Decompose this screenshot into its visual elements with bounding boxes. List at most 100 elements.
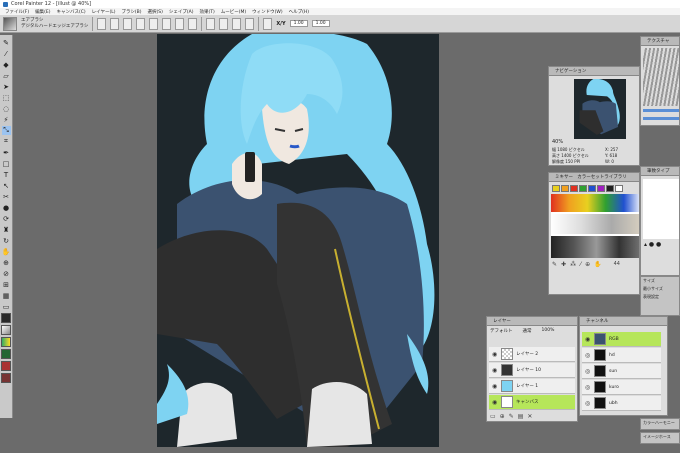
eye-icon[interactable]: ◎ (585, 368, 591, 375)
crop-tool-icon[interactable]: ⌗ (2, 137, 11, 146)
dodge-icon[interactable]: ● (2, 203, 11, 212)
menu-brushes[interactable]: ブラシ(B) (122, 9, 142, 15)
color-harmony-strip[interactable]: カラーハーモニー (640, 418, 680, 430)
nozzle-swatch[interactable] (1, 373, 11, 383)
rectangle-shape-icon[interactable]: □ (2, 159, 11, 168)
swatch-orange[interactable] (561, 185, 569, 192)
paint-bucket-icon[interactable]: ◆ (2, 60, 11, 69)
magnifier-icon[interactable]: ⊕ (2, 258, 11, 267)
swatch-yellow[interactable] (552, 185, 560, 192)
menu-layers[interactable]: レイヤー(L) (92, 9, 116, 15)
layer-opacity[interactable]: 100% (542, 328, 555, 334)
menu-select[interactable]: 選択(S) (148, 9, 163, 15)
transform-button-4[interactable] (245, 17, 255, 30)
composite-mode[interactable]: 通常 (523, 328, 532, 334)
lasso-icon[interactable]: ◌ (2, 104, 11, 113)
navigator-thumbnail[interactable] (574, 79, 626, 139)
cloner-icon[interactable]: ⟳ (2, 214, 11, 223)
image-hose-strip[interactable]: イメージホース (640, 432, 680, 444)
eye-icon[interactable]: ◉ (492, 351, 498, 358)
menu-canvas[interactable]: キャンバス(C) (56, 9, 85, 15)
document-canvas[interactable] (157, 34, 439, 447)
rubber-stamp-icon[interactable]: ♜ (2, 225, 11, 234)
channel-row[interactable]: ◎ ubh (582, 396, 661, 411)
pan-icon[interactable]: ✋ (594, 261, 601, 268)
swatch-green[interactable] (579, 185, 587, 192)
main-color-swatch[interactable] (1, 313, 11, 323)
channel-row[interactable]: ◎ hd (582, 348, 661, 363)
eye-icon[interactable]: ◉ (585, 336, 591, 343)
eye-icon[interactable]: ◎ (585, 400, 591, 407)
menu-edit[interactable]: 編集(E) (35, 9, 50, 15)
eraser-tool-icon[interactable]: ▱ (2, 71, 11, 80)
mirror-icon[interactable]: ⊘ (2, 269, 11, 278)
swatch-purple[interactable] (597, 185, 605, 192)
layer-row[interactable]: ◉ レイヤー 1 (489, 379, 575, 394)
divine-proportion-icon[interactable]: ⊞ (2, 280, 11, 289)
x-input[interactable]: 1.00 (289, 20, 308, 27)
brush-reset-button[interactable] (97, 17, 107, 30)
weaving-swatch[interactable] (1, 361, 11, 371)
layout-grid-icon[interactable]: ▦ (2, 291, 11, 300)
layer-row[interactable]: ◉ レイヤー 10 (489, 363, 575, 378)
tab-color-sets[interactable]: カラーセットライブラリ (577, 175, 627, 180)
brush-variant-button-6[interactable] (175, 17, 185, 30)
menu-shapes[interactable]: シェイプ(A) (169, 9, 194, 15)
eye-icon[interactable]: ◉ (492, 383, 498, 390)
transform-button-1[interactable] (206, 17, 216, 30)
brush-tool-icon[interactable]: ✎ (2, 38, 11, 47)
pattern-swatch[interactable] (1, 349, 11, 359)
eye-icon[interactable]: ◉ (492, 399, 498, 406)
layer-buttons[interactable]: ▭⊕✎▤✕ (490, 413, 536, 420)
transform-button-2[interactable] (219, 17, 229, 30)
menu-effects[interactable]: 効果(T) (200, 9, 215, 15)
swatch-white[interactable] (615, 185, 623, 192)
swatch-blue[interactable] (588, 185, 596, 192)
sample-color-icon[interactable]: ⁄ (580, 261, 581, 268)
brush-variant-button-4[interactable] (149, 17, 159, 30)
scissors-icon[interactable]: ✂ (2, 192, 11, 201)
eye-icon[interactable]: ◉ (492, 367, 498, 374)
zoom-icon[interactable]: ⊕ (585, 261, 590, 268)
mixer-pad[interactable] (551, 194, 639, 258)
channel-row-selected[interactable]: ◉ RGB (582, 332, 661, 347)
swatch-red[interactable] (570, 185, 578, 192)
brush-selector[interactable]: エアブラシ デジタルハードエッジエアブラシ (21, 18, 88, 30)
tab-mixer[interactable]: ミキサー (555, 175, 573, 180)
brush-variant-button-5[interactable] (162, 17, 172, 30)
brush-variant-button-7[interactable] (188, 17, 198, 30)
shape-select-icon[interactable]: ↖ (2, 181, 11, 190)
brush-dab-icons[interactable]: ▴ ● ● (644, 241, 661, 248)
brush-variant-button-1[interactable] (110, 17, 120, 30)
snap-button[interactable] (263, 17, 273, 30)
brush-variant-button-2[interactable] (123, 17, 133, 30)
menu-help[interactable]: ヘルプ(H) (289, 9, 309, 15)
screen-mode-icon[interactable]: ▭ (2, 302, 11, 311)
rect-select-icon[interactable]: ⬚ (2, 93, 11, 102)
navigator-zoom[interactable]: 40% (552, 139, 563, 145)
brush-category-icon[interactable] (3, 16, 17, 31)
channel-row[interactable]: ◎ sun (582, 364, 661, 379)
y-input[interactable]: 1.00 (311, 20, 330, 27)
magic-wand-icon[interactable]: ⚡ (2, 115, 11, 124)
text-tool-icon[interactable]: T (2, 170, 11, 179)
brush-variant-button-3[interactable] (136, 17, 146, 30)
gradient-swatch[interactable] (1, 337, 11, 347)
dropper-tool-icon[interactable]: ⁄ (2, 49, 11, 58)
dirty-brush-icon[interactable]: ✎ (552, 261, 557, 268)
composite-method[interactable]: デフォルト (490, 328, 513, 334)
transform-tool-icon[interactable]: ⤡ (1, 126, 11, 135)
grabber-hand-icon[interactable]: ✋ (2, 247, 11, 256)
eye-icon[interactable]: ◎ (585, 384, 591, 391)
pen-tool-icon[interactable]: ✒ (2, 148, 11, 157)
texture-scale-slider[interactable] (643, 109, 679, 112)
menu-movie[interactable]: ムービー(M) (221, 9, 246, 15)
swatch-black[interactable] (606, 185, 614, 192)
menu-window[interactable]: ウィンドウ(W) (252, 9, 282, 15)
mix-color-icon[interactable]: ⁂ (570, 261, 576, 268)
eye-icon[interactable]: ◎ (585, 352, 591, 359)
transform-button-3[interactable] (232, 17, 242, 30)
rotate-page-icon[interactable]: ↻ (2, 236, 11, 245)
layer-adjuster-icon[interactable]: ➤ (2, 82, 11, 91)
paper-texture-swatch[interactable] (1, 325, 11, 335)
